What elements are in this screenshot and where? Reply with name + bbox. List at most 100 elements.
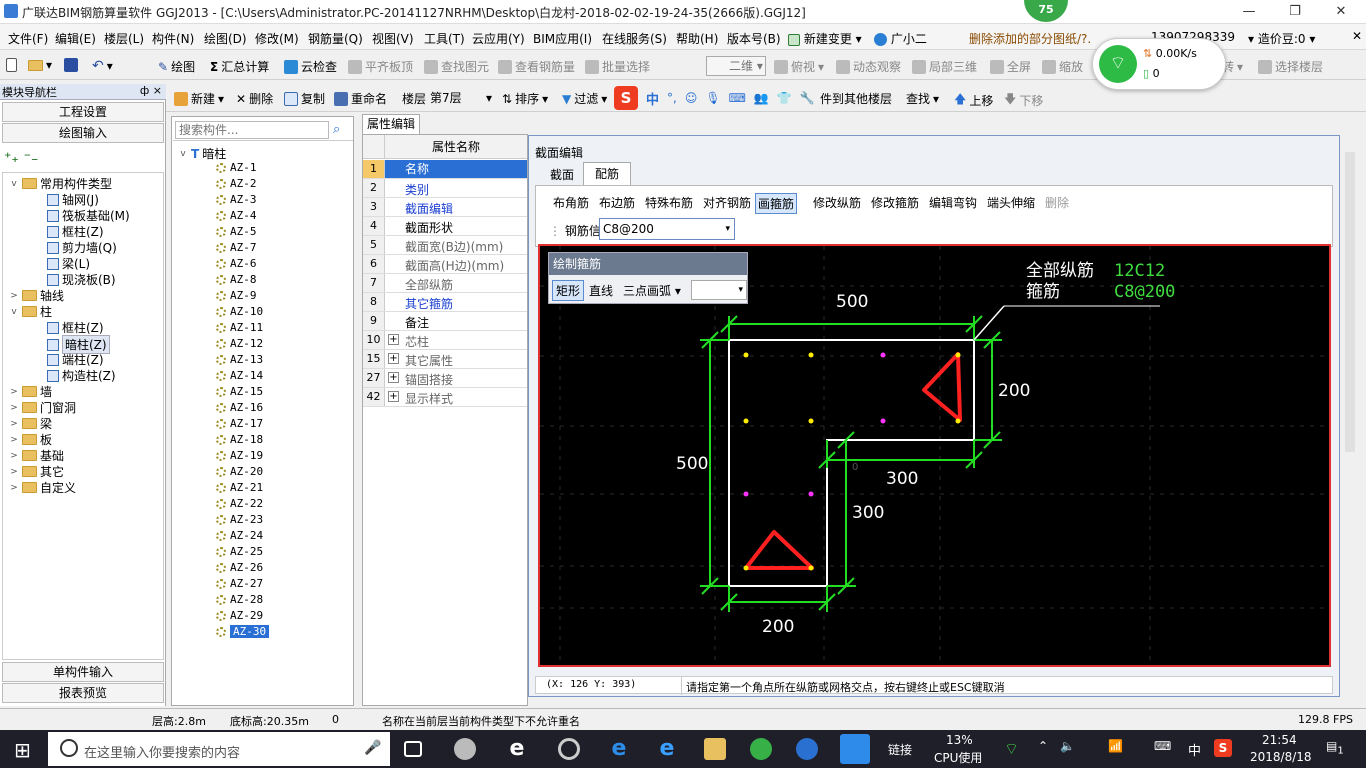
component-item[interactable]: AZ-15 [216,385,263,398]
menu-help[interactable]: 帮助(H) [676,30,718,47]
expand-plus-icon[interactable]: + [388,372,399,383]
new-file-button[interactable] [6,58,17,72]
wifi-tray-icon[interactable]: ⌔ [1004,739,1019,759]
flat-board-button[interactable]: 平齐板顶 [348,58,413,75]
active-app-icon[interactable] [840,734,870,764]
component-item[interactable]: AZ-22 [216,497,263,510]
tree-folder[interactable]: > 梁 [9,415,52,432]
tree-folder[interactable]: v柱 [9,303,52,320]
project-settings-button[interactable]: 工程设置 [2,102,164,122]
cloud-check-button[interactable]: 云检查 [284,58,337,75]
tree-item[interactable]: 剪力墙(Q) [47,239,117,256]
tree-item[interactable]: 现浇板(B) [47,271,116,288]
component-item[interactable]: AZ-11 [216,321,263,334]
menu-component[interactable]: 构件(N) [152,30,194,47]
section-tool-button[interactable]: 画箍筋 [755,193,798,214]
section-tool-button[interactable]: 修改箍筋 [869,193,921,212]
tree-folder[interactable]: > 门窗洞 [9,399,76,416]
component-item[interactable]: AZ-28 [216,593,263,606]
save-button[interactable] [64,58,78,72]
component-item[interactable]: AZ-27 [216,577,263,590]
clock-date[interactable]: 2018/8/18 [1250,750,1312,764]
ime-toolbar[interactable]: S 中 °, ☺ 🎙 ⌨ 👥 👕 🔧 [614,85,826,111]
rename-button[interactable]: 重命名 [334,90,387,107]
rebar-info-select[interactable]: C8@200 ▾ [599,218,735,240]
batch-select-button[interactable]: 批量选择 [585,58,650,75]
component-item[interactable]: AZ-8 [216,273,257,286]
component-item[interactable]: AZ-9 [216,289,257,302]
expand-icon[interactable]: > [9,387,19,397]
move-up-button[interactable]: 🡅 上移 [954,90,993,111]
expand-plus-icon[interactable]: + [388,391,399,402]
component-item[interactable]: AZ-12 [216,337,263,350]
expand-plus-icon[interactable]: + [388,353,399,364]
menu-version[interactable]: 版本号(B) [727,30,781,47]
menu-tools[interactable]: 工具(T) [424,30,465,47]
component-item[interactable]: AZ-21 [216,481,263,494]
section-tool-button[interactable]: 删除 [1043,193,1071,212]
report-preview-button[interactable]: 报表预览 [2,683,164,703]
glodon-app-icon[interactable] [796,738,818,760]
tree-folder[interactable]: > 板 [9,431,52,448]
component-item[interactable]: AZ-19 [216,449,263,462]
taskbar-search[interactable]: 在这里输入你要搜索的内容 🎤 [48,732,390,766]
tree-item[interactable]: 梁(L) [47,255,90,272]
new-component-button[interactable]: 新建 ▾ [174,90,224,107]
section-tool-button[interactable]: 布边筋 [597,193,637,212]
component-item[interactable]: AZ-24 [216,529,263,542]
section-tool-button[interactable]: 编辑弯钩 [927,193,979,212]
component-item[interactable]: AZ-23 [216,513,263,526]
restore-button[interactable]: ❐ [1272,0,1318,24]
notice-text[interactable]: 删除添加的部分图纸/?. [969,30,1091,47]
menu-rebar-qty[interactable]: 钢筋量(Q) [308,30,363,47]
minimize-button[interactable]: — [1226,0,1272,24]
select-floor-button[interactable]: 选择楼层 [1258,58,1323,75]
mic-icon[interactable]: 🎤 [364,740,381,756]
fullscreen-button[interactable]: 全屏 [990,58,1031,75]
menu-floor[interactable]: 楼层(L) [104,30,144,47]
menu-draw[interactable]: 绘图(D) [204,30,247,47]
section-tool-button[interactable]: 修改纵筋 [811,193,863,212]
tray-link[interactable]: 链接 [888,741,912,758]
tree-item[interactable]: 筏板基础(M) [47,207,130,224]
menu-guangxiaoer[interactable]: 广小二 [874,30,927,47]
tray-network-icon[interactable]: 📶 [1108,739,1123,753]
component-item[interactable]: AZ-13 [216,353,263,366]
property-row[interactable]: 42 + 显示样式 [363,388,527,407]
property-row[interactable]: 6 截面高(H边)(mm) [363,255,527,274]
component-item[interactable]: AZ-17 [216,417,263,430]
cost-beans[interactable]: ▾ 造价豆:0 ▾ [1248,30,1315,47]
tab-section[interactable]: 截面 [539,164,585,186]
local-3d-button[interactable]: 局部三维 [912,58,977,75]
tree-item[interactable]: 构造柱(Z) [47,367,116,384]
calc-button[interactable]: Σ 汇总计算 [210,58,269,75]
ie-blue-icon[interactable]: e [656,738,678,760]
menu-edit[interactable]: 编辑(E) [55,30,96,47]
component-item[interactable]: AZ-18 [216,433,263,446]
component-item[interactable]: AZ-2 [216,177,257,190]
ime-indicator[interactable]: 中 [1188,740,1201,759]
task-view-icon[interactable] [404,741,422,757]
tree-item[interactable]: 框柱(Z) [47,319,104,336]
section-scrollbar[interactable] [1345,152,1355,452]
component-item[interactable]: AZ-10 [216,305,263,318]
tree-item[interactable]: 框柱(Z) [47,223,104,240]
property-row[interactable]: 4 截面形状 [363,217,527,236]
arc-mode-button[interactable]: 三点画弧 ▾ [623,282,681,299]
ie-icon[interactable]: e [506,738,528,760]
section-tool-button[interactable]: 特殊布筋 [643,193,695,212]
component-item[interactable]: AZ-1 [216,161,257,174]
menu-online[interactable]: 在线服务(S) [602,30,667,47]
windows-start-icon[interactable]: ⊞ [14,738,31,762]
expand-icon[interactable]: > [9,467,19,477]
component-root-node[interactable]: v T 暗柱 [178,145,226,162]
tree-folder[interactable]: v 常用构件类型 [9,175,112,192]
notification-icon[interactable]: ▤1 [1326,739,1344,756]
open-button[interactable]: ▾ [28,58,52,72]
expand-icon[interactable]: > [9,419,19,429]
arc-options-select[interactable]: ▾ [691,280,747,300]
menu-view[interactable]: 视图(V) [372,30,414,47]
property-row[interactable]: 27 + 锚固搭接 [363,369,527,388]
component-search-input[interactable] [175,121,329,139]
top-view-button[interactable]: 俯视 ▾ [774,58,824,75]
